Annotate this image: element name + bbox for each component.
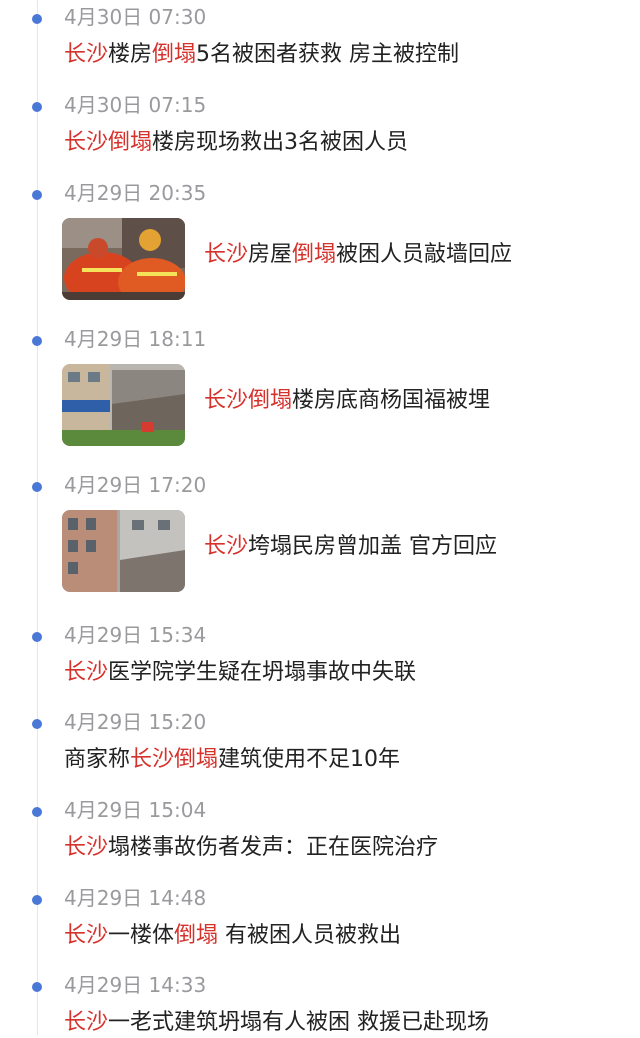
timeline-item[interactable]: 4月29日 15:04 长沙塌楼事故伤者发声：正在医院治疗 [0,795,640,875]
headline-keyword: 长沙 [64,1010,109,1035]
headline-text: 商家称 [64,747,131,772]
timeline-dot [32,482,42,492]
headline-text: 楼房现场救出3名被困人员 [152,130,409,155]
timeline-item[interactable]: 4月29日 20:35 长沙房屋倒塌被困人员敲墙回应 [0,178,640,318]
timeline-item[interactable]: 4月29日 15:34 长沙医学院学生疑在坍塌事故中失联 [0,620,640,700]
headline-keyword: 长沙倒塌 [130,747,219,772]
timeline-dot [32,719,42,729]
headline[interactable]: 长沙一楼体倒塌 有被困人员被救出 [64,921,401,951]
timestamp: 4月29日 15:34 [64,623,207,647]
headline-keyword: 长沙 [204,534,249,559]
firefighters-rescue-thumbnail[interactable] [62,218,185,300]
timestamp: 4月30日 07:30 [64,5,207,29]
headline[interactable]: 长沙房屋倒塌被困人员敲墙回应 [204,240,512,270]
collapsed-building-street-thumbnail[interactable] [62,364,185,446]
headline-text: 一老式建筑坍塌有人被困 救援已赴现场 [108,1010,490,1035]
headline-text: 塌楼事故伤者发声：正在医院治疗 [108,835,439,860]
headline[interactable]: 长沙医学院学生疑在坍塌事故中失联 [64,658,416,688]
headline-keyword: 倒塌 [174,923,219,948]
headline-keyword: 倒塌 [152,42,197,67]
timeline-dot [32,336,42,346]
timeline-item[interactable]: 4月30日 07:15 长沙倒塌楼房现场救出3名被困人员 [0,90,640,170]
headline-text: 建筑使用不足10年 [218,747,401,772]
collapsed-building-aerial-thumbnail[interactable] [62,510,185,592]
headline-keyword: 长沙 [64,923,109,948]
timeline-item[interactable]: 4月30日 07:30 长沙楼房倒塌5名被困者获救 房主被控制 [0,2,640,82]
headline-keyword: 长沙 [64,835,109,860]
headline[interactable]: 长沙垮塌民房曾加盖 官方回应 [204,532,497,562]
timeline-dot [32,895,42,905]
headline[interactable]: 长沙楼房倒塌5名被困者获救 房主被控制 [64,40,459,70]
headline[interactable]: 长沙一老式建筑坍塌有人被困 救援已赴现场 [64,1008,489,1038]
timeline-dot [32,14,42,24]
timeline-item[interactable]: 4月29日 14:48 长沙一楼体倒塌 有被困人员被救出 [0,883,640,963]
headline-text: 垮塌民房曾加盖 官方回应 [248,534,498,559]
headline[interactable]: 长沙塌楼事故伤者发声：正在医院治疗 [64,833,438,863]
timestamp: 4月29日 15:04 [64,798,207,822]
headline-keyword: 长沙 [64,660,109,685]
headline-text: 房屋 [248,242,293,267]
headline[interactable]: 商家称长沙倒塌建筑使用不足10年 [64,745,400,775]
timestamp: 4月29日 20:35 [64,181,207,205]
headline-keyword: 长沙 [204,242,249,267]
headline-text: 医学院学生疑在坍塌事故中失联 [108,660,417,685]
news-timeline: 4月30日 07:30 长沙楼房倒塌5名被困者获救 房主被控制 4月30日 07… [0,0,640,1035]
headline-text: 一楼体 [108,923,175,948]
timeline-dot [32,982,42,992]
timeline-dot [32,102,42,112]
timestamp: 4月29日 14:48 [64,886,207,910]
headline-keyword: 长沙 [64,42,109,67]
timestamp: 4月29日 17:20 [64,473,207,497]
headline-keyword: 倒塌 [292,242,337,267]
timestamp: 4月29日 14:33 [64,973,207,997]
timestamp: 4月29日 15:20 [64,710,207,734]
timeline-item[interactable]: 4月29日 18:11 长沙倒塌楼房底商杨国福被埋 [0,324,640,464]
timeline-item[interactable]: 4月29日 15:20 商家称长沙倒塌建筑使用不足10年 [0,707,640,787]
headline-keyword: 长沙倒塌 [64,130,153,155]
headline-text: 有被困人员被救出 [218,923,402,948]
timeline-dot [32,632,42,642]
timestamp: 4月30日 07:15 [64,93,207,117]
headline-text: 被困人员敲墙回应 [336,242,513,267]
timeline-item[interactable]: 4月29日 14:33 长沙一老式建筑坍塌有人被困 救援已赴现场 [0,970,640,1035]
headline-text: 5名被困者获救 房主被控制 [196,42,460,67]
headline-text: 楼房底商杨国福被埋 [292,388,491,413]
headline-text: 楼房 [108,42,153,67]
timeline-dot [32,190,42,200]
timeline-dot [32,807,42,817]
headline[interactable]: 长沙倒塌楼房底商杨国福被埋 [204,386,490,416]
timestamp: 4月29日 18:11 [64,327,207,351]
headline[interactable]: 长沙倒塌楼房现场救出3名被困人员 [64,128,408,158]
headline-keyword: 长沙倒塌 [204,388,293,413]
timeline-item[interactable]: 4月29日 17:20 长沙垮塌民房曾加盖 官方回应 [0,470,640,610]
